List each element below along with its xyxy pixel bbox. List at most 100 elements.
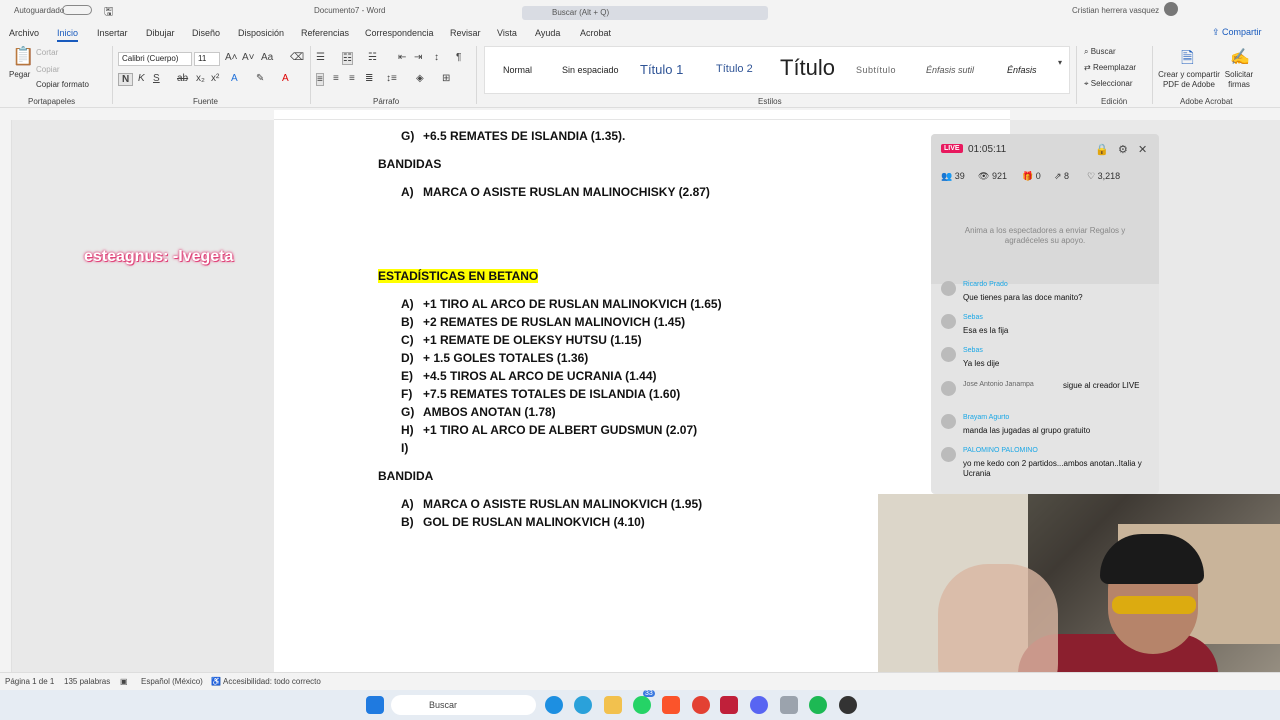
- signature-icon[interactable]: ✍: [1230, 47, 1250, 67]
- clear-format-icon[interactable]: ⌫: [290, 52, 304, 63]
- borders-icon[interactable]: ⊞: [442, 73, 450, 84]
- font-color-icon[interactable]: A: [282, 73, 289, 84]
- document-title: Documento7 - Word: [314, 6, 386, 15]
- proofing-icon[interactable]: ▣: [120, 677, 128, 686]
- telegram-icon[interactable]: [574, 696, 592, 714]
- copy-button[interactable]: Copiar: [36, 65, 60, 74]
- obs-icon[interactable]: [839, 696, 857, 714]
- discord-icon[interactable]: [750, 696, 768, 714]
- paste-icon[interactable]: 📋: [12, 46, 34, 67]
- chat-username[interactable]: PALOMINO PALOMINO: [963, 447, 1038, 454]
- multilevel-list-icon[interactable]: ☵: [368, 52, 377, 63]
- app-t-icon[interactable]: [720, 696, 738, 714]
- style-heading1[interactable]: Título 1: [640, 62, 683, 77]
- tab-inicio[interactable]: Inicio: [57, 28, 79, 42]
- chat-username[interactable]: Sebas: [963, 347, 983, 354]
- line-spacing-icon[interactable]: ↕≡: [386, 73, 397, 84]
- style-subtitle[interactable]: Subtítulo: [856, 65, 896, 75]
- tab-diseno[interactable]: Diseño: [192, 28, 220, 38]
- align-left-icon[interactable]: ≡: [316, 73, 324, 86]
- bullets-icon[interactable]: ☰: [316, 52, 325, 63]
- select-button[interactable]: ⌖ Seleccionar: [1084, 79, 1133, 89]
- italic-button[interactable]: K: [138, 73, 145, 84]
- whatsapp-icon[interactable]: 33: [633, 690, 655, 714]
- request-sign-button[interactable]: Solicitar firmas: [1222, 70, 1256, 90]
- tab-correspondencia[interactable]: Correspondencia: [365, 28, 434, 38]
- calculator-icon[interactable]: [780, 696, 798, 714]
- live-header: [931, 134, 1159, 284]
- accessibility-status[interactable]: Accesibilidad: todo correcto: [223, 677, 321, 686]
- subscript-icon[interactable]: x₂: [196, 73, 205, 84]
- paste-button[interactable]: Pegar: [9, 70, 30, 79]
- chat-username[interactable]: Brayam Agurto: [963, 414, 1009, 421]
- styles-more-icon[interactable]: ▾: [1058, 58, 1062, 67]
- superscript-icon[interactable]: x²: [211, 73, 219, 84]
- spotify-icon[interactable]: [809, 696, 827, 714]
- chat-username[interactable]: Ricardo Prado: [963, 281, 1008, 288]
- shading-icon[interactable]: ◈: [416, 73, 424, 84]
- cut-button[interactable]: Cortar: [36, 48, 58, 57]
- justify-icon[interactable]: ≣: [365, 73, 373, 84]
- style-subtle-emphasis[interactable]: Énfasis sutil: [926, 65, 974, 75]
- tab-archivo[interactable]: Archivo: [9, 28, 39, 38]
- tab-disposicion[interactable]: Disposición: [238, 28, 284, 38]
- increase-indent-icon[interactable]: ⇥: [414, 52, 422, 63]
- change-case-icon[interactable]: Aa: [261, 52, 273, 63]
- underline-button[interactable]: S: [153, 73, 160, 84]
- chrome-icon[interactable]: [692, 696, 710, 714]
- numbering-icon[interactable]: ☷: [342, 52, 353, 65]
- highlight-color-icon[interactable]: ✎: [256, 73, 264, 84]
- close-icon[interactable]: ✕: [1138, 143, 1147, 156]
- grow-font-icon[interactable]: A˄: [225, 52, 238, 63]
- folder-icon[interactable]: [604, 696, 622, 714]
- share-button[interactable]: ⇪ Compartir: [1212, 27, 1262, 38]
- tab-ayuda[interactable]: Ayuda: [535, 28, 560, 38]
- tab-insertar[interactable]: Insertar: [97, 28, 128, 38]
- lock-icon[interactable]: 🔒: [1095, 143, 1109, 156]
- format-painter-button[interactable]: Copiar formato: [36, 80, 89, 89]
- text-effects-icon[interactable]: A: [231, 73, 238, 84]
- find-button[interactable]: ⌕ Buscar: [1084, 47, 1116, 57]
- tab-acrobat[interactable]: Acrobat: [580, 28, 611, 38]
- chat-username[interactable]: Sebas: [963, 314, 983, 321]
- edge-icon[interactable]: [545, 696, 563, 714]
- sort-icon[interactable]: ↕: [434, 52, 439, 63]
- list-letter: A): [401, 497, 414, 511]
- align-right-icon[interactable]: ≡: [349, 73, 355, 84]
- word-count[interactable]: 135 palabras: [64, 677, 110, 686]
- tab-revisar[interactable]: Revisar: [450, 28, 481, 38]
- avatar[interactable]: [1164, 2, 1178, 16]
- taskbar-search[interactable]: Buscar: [391, 695, 536, 715]
- autosave-toggle[interactable]: [62, 5, 92, 15]
- shrink-font-icon[interactable]: A˅: [242, 52, 255, 63]
- style-normal[interactable]: Normal: [503, 65, 532, 75]
- list-item: +1 TIRO AL ARCO DE RUSLAN MALINOKVICH (1…: [423, 297, 722, 311]
- search-box[interactable]: Buscar (Alt + Q): [522, 6, 768, 20]
- align-center-icon[interactable]: ≡: [333, 73, 339, 84]
- bold-button[interactable]: N: [118, 73, 134, 86]
- tab-dibujar[interactable]: Dibujar: [146, 28, 175, 38]
- create-pdf-button[interactable]: Crear y compartir PDF de Adobe: [1158, 70, 1220, 90]
- windows-start-icon[interactable]: [366, 696, 384, 714]
- horizontal-ruler[interactable]: [274, 110, 1010, 120]
- style-heading2[interactable]: Título 2: [716, 63, 753, 75]
- style-no-spacing[interactable]: Sin espaciado: [562, 65, 619, 75]
- font-size-select[interactable]: 11: [194, 52, 220, 66]
- chat-username[interactable]: Jose Antonio Janampa: [963, 381, 1034, 388]
- style-emphasis[interactable]: Énfasis: [1007, 65, 1037, 75]
- page-count[interactable]: Página 1 de 1: [5, 677, 54, 686]
- language[interactable]: Español (México): [141, 677, 203, 686]
- tab-vista[interactable]: Vista: [497, 28, 517, 38]
- save-icon[interactable]: 🖫: [104, 3, 113, 22]
- decrease-indent-icon[interactable]: ⇤: [398, 52, 406, 63]
- style-title[interactable]: Título: [780, 55, 835, 81]
- show-marks-icon[interactable]: ¶: [456, 52, 461, 63]
- gear-icon[interactable]: ⚙: [1118, 143, 1128, 156]
- replace-button[interactable]: ⇄ Reemplazar: [1084, 63, 1136, 72]
- font-name-select[interactable]: Calibri (Cuerpo): [118, 52, 192, 66]
- select-label: Seleccionar: [1090, 79, 1133, 88]
- vertical-ruler: [0, 120, 12, 672]
- tab-referencias[interactable]: Referencias: [301, 28, 349, 38]
- strikethrough-icon[interactable]: ab: [177, 73, 188, 84]
- brave-icon[interactable]: [662, 696, 680, 714]
